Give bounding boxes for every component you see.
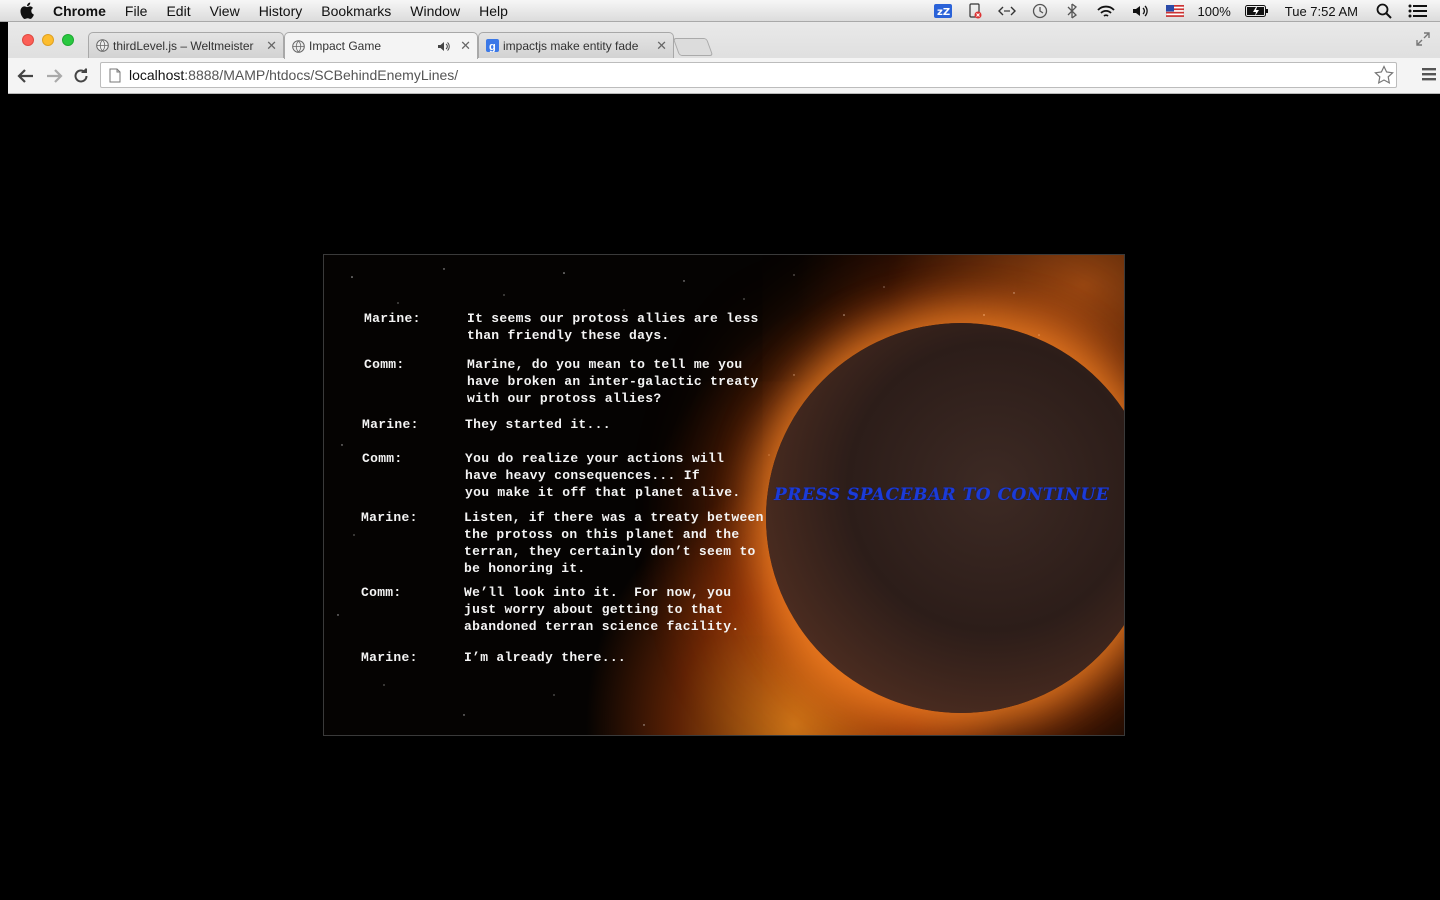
window-controls <box>22 34 82 46</box>
tab-title: thirdLevel.js – Weltmeister <box>113 38 254 53</box>
google-favicon-icon: g <box>485 39 499 53</box>
svg-text:zZ: zZ <box>937 7 950 18</box>
tab-close-icon[interactable]: ✕ <box>656 38 667 54</box>
page-icon <box>109 68 121 83</box>
forward-button[interactable] <box>44 66 64 86</box>
tab-title: impactjs make entity fade <box>503 38 639 53</box>
tab-google-search[interactable]: g impactjs make entity fade ✕ <box>478 32 674 58</box>
menu-bookmarks[interactable]: Bookmarks <box>321 3 391 19</box>
dialogue-speaker: Marine: <box>361 650 418 665</box>
url-host: localhost <box>129 67 185 83</box>
menu-app-chrome[interactable]: Chrome <box>53 3 106 19</box>
spotlight-search-icon[interactable] <box>1376 3 1392 19</box>
sleep-app-icon[interactable]: zZ <box>933 4 952 18</box>
time-machine-icon[interactable] <box>1032 3 1048 19</box>
dialogue-line: I’m already there... <box>464 650 627 665</box>
menu-edit[interactable]: Edit <box>166 3 190 19</box>
apple-menu-icon[interactable] <box>19 2 39 19</box>
menu-window[interactable]: Window <box>410 3 460 19</box>
continue-prompt: PRESS SPACEBAR TO CONTINUE <box>774 485 1110 505</box>
back-button[interactable] <box>16 66 36 86</box>
menu-view[interactable]: View <box>210 3 240 19</box>
window-close-button[interactable] <box>22 34 34 46</box>
chrome-menu-icon[interactable] <box>1422 66 1436 87</box>
globe-favicon-icon <box>291 39 305 53</box>
tab-close-icon[interactable]: ✕ <box>266 38 277 54</box>
game-canvas[interactable]: Marine: It seems our protoss allies are … <box>323 254 1125 736</box>
dialogue-speaker: Marine: <box>364 311 421 326</box>
dialogue-speaker: Comm: <box>364 357 405 372</box>
us-flag-input-icon[interactable] <box>1165 5 1184 17</box>
reload-button[interactable] <box>71 66 91 86</box>
dialogue-line: They started it... <box>465 417 611 432</box>
dialogue-speaker: Comm: <box>362 451 403 466</box>
tab-impact-game[interactable]: Impact Game ✕ <box>284 32 478 59</box>
tab-audio-playing-icon[interactable] <box>438 41 450 52</box>
dialogue-speaker: Marine: <box>362 417 419 432</box>
url-path: :8888/MAMP/htdocs/SCBehindEnemyLines/ <box>184 67 459 83</box>
menu-history[interactable]: History <box>259 3 303 19</box>
dialogue-line: Listen, if there was a treaty between th… <box>464 510 764 576</box>
address-bar[interactable]: localhost:8888/MAMP/htdocs/SCBehindEnemy… <box>100 62 1397 88</box>
bookmark-star-icon[interactable] <box>1374 65 1394 88</box>
svg-text:g: g <box>489 41 496 52</box>
battery-percent[interactable]: 100% <box>1198 4 1231 19</box>
dialogue-line: It seems our protoss allies are less tha… <box>467 311 759 343</box>
notification-center-icon[interactable] <box>1408 4 1428 18</box>
status-area: zZ 100% Tue 7:52 AM <box>926 0 1440 22</box>
browser-window-frame: thirdLevel.js – Weltmeister ✕ Impact Gam… <box>8 22 1440 94</box>
dialogue-line: We’ll look into it. For now, you just wo… <box>464 585 740 634</box>
tab-title: Impact Game <box>309 39 382 53</box>
window-minimize-button[interactable] <box>42 34 54 46</box>
macos-menubar: Chrome File Edit View History Bookmarks … <box>0 0 1440 22</box>
menu-help[interactable]: Help <box>479 3 508 19</box>
browser-toolbar: localhost:8888/MAMP/htdocs/SCBehindEnemy… <box>8 58 1440 94</box>
fullscreen-toggle-icon[interactable] <box>1416 32 1430 51</box>
window-zoom-button[interactable] <box>62 34 74 46</box>
code-brackets-icon[interactable] <box>997 5 1016 17</box>
menu-file[interactable]: File <box>125 3 148 19</box>
wifi-icon[interactable] <box>1096 4 1116 19</box>
tab-weltmeister[interactable]: thirdLevel.js – Weltmeister ✕ <box>88 32 284 58</box>
bluetooth-icon[interactable] <box>1064 3 1080 19</box>
dialogue-line: You do realize your actions will have he… <box>465 451 741 500</box>
tab-close-icon[interactable]: ✕ <box>460 38 471 54</box>
globe-favicon-icon <box>95 39 109 53</box>
menubar-clock[interactable]: Tue 7:52 AM <box>1285 4 1358 19</box>
new-tab-button[interactable] <box>672 38 714 56</box>
dialogue-speaker: Marine: <box>361 510 418 525</box>
volume-icon[interactable] <box>1132 4 1150 18</box>
dialogue-speaker: Comm: <box>361 585 402 600</box>
dialogue-line: Marine, do you mean to tell me you have … <box>467 357 759 406</box>
device-disconnected-icon[interactable] <box>968 3 982 19</box>
battery-icon[interactable] <box>1244 5 1269 17</box>
